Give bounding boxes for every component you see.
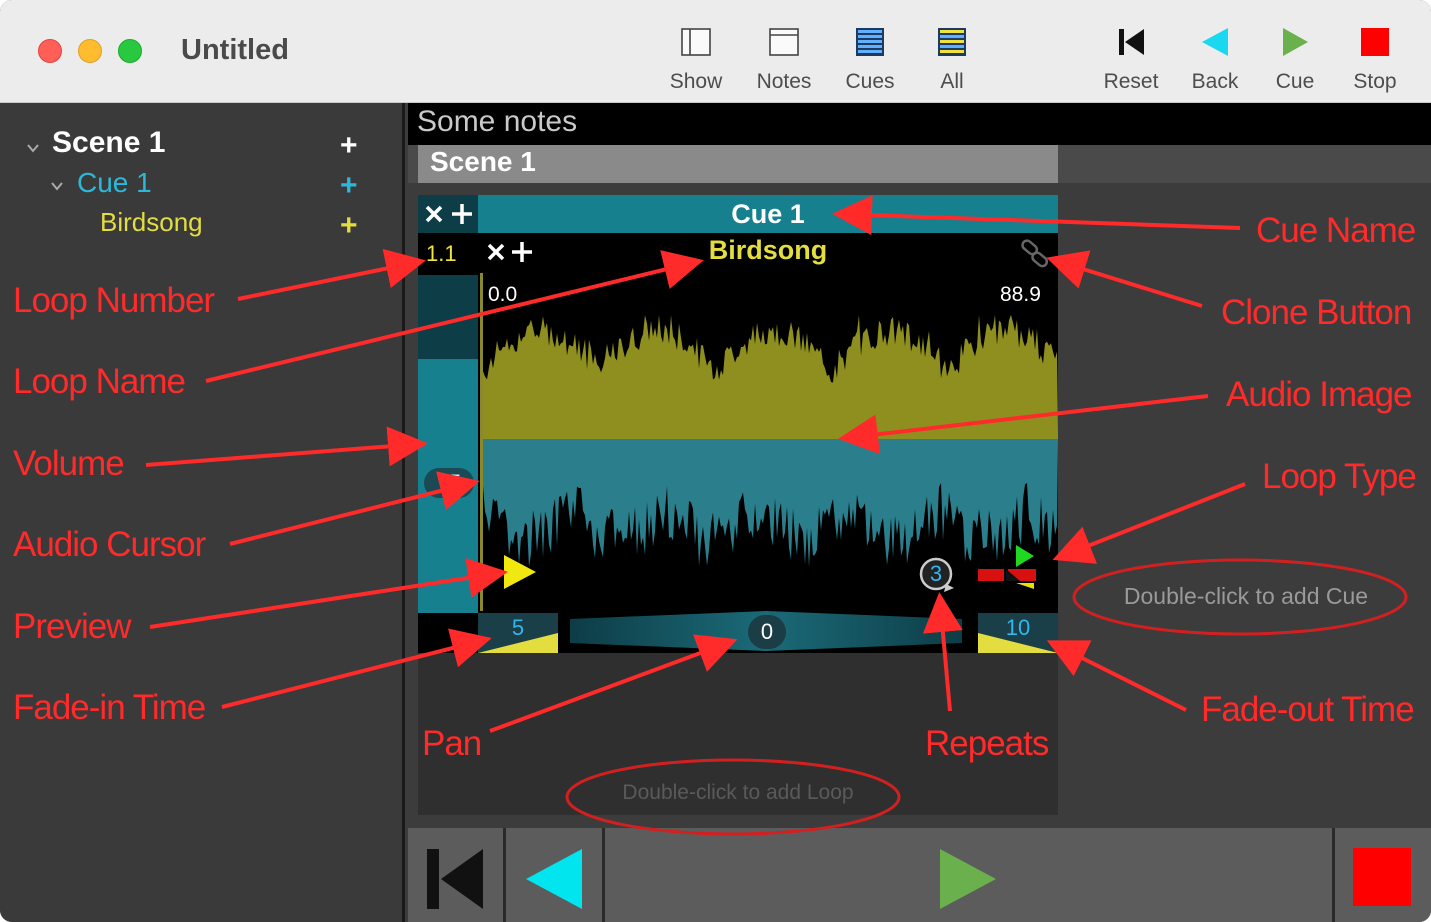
all-button-label: All	[940, 70, 964, 93]
stop-icon	[1361, 28, 1389, 56]
annotation-repeats: Repeats	[925, 724, 1049, 763]
show-button-label: Show	[669, 70, 723, 93]
notes-bar[interactable]: Some notes	[408, 103, 1431, 145]
cues-panel-icon	[856, 28, 884, 56]
delete-cue-icon[interactable]	[424, 203, 444, 225]
preview-play-icon[interactable]	[502, 553, 538, 591]
transport-play-icon[interactable]	[938, 847, 998, 911]
cue-play-button-label[interactable]: Cue	[1255, 70, 1335, 94]
annotation-preview: Preview	[13, 607, 131, 646]
close-window-button[interactable]	[38, 39, 62, 63]
add-loop-hint[interactable]: Double-click to add Loop	[418, 781, 1058, 805]
loop-end-time: 88.9	[1000, 283, 1041, 306]
title-bar: Untitled Show Notes Cues All Reset Back …	[0, 0, 1431, 103]
minimize-window-button[interactable]	[78, 39, 102, 63]
audio-waveform[interactable]	[483, 313, 1058, 613]
maximize-window-button[interactable]	[118, 39, 142, 63]
back-button-label[interactable]: Back	[1175, 70, 1255, 94]
waveform-bottom-shape	[483, 439, 1058, 568]
cue-play-button[interactable]: Cue	[1255, 20, 1335, 100]
chevron-down-icon[interactable]	[26, 141, 40, 155]
add-item-plus-icon[interactable]: +	[340, 209, 358, 243]
app-window: Untitled Show Notes Cues All Reset Back …	[0, 0, 1431, 922]
back-icon	[1202, 28, 1228, 56]
loop-panel[interactable]: 1.1 Birdsong 0.0 88.9 75 3 5 0 10	[418, 233, 1058, 653]
transport-divider	[1332, 828, 1335, 922]
notes-text[interactable]: Some notes	[417, 105, 577, 139]
transport-bar	[408, 828, 1431, 922]
cue-controls	[418, 195, 478, 233]
cue-panel[interactable]: Cue 1 1.1 Birdsong 0.0 88.9 75 3 5 0 10 …	[418, 195, 1058, 815]
transport-divider	[503, 828, 506, 922]
fade-in-control[interactable]: 5	[478, 613, 558, 653]
transport-stop-icon[interactable]	[1352, 847, 1412, 907]
window-title: Untitled	[181, 34, 289, 66]
sidebar-item-scene[interactable]: Scene 1	[52, 126, 165, 160]
loop-type-icon[interactable]	[976, 543, 1040, 593]
volume-slider[interactable]: 75	[418, 275, 478, 613]
volume-slider-remaining	[418, 275, 478, 359]
chevron-down-icon[interactable]	[50, 179, 64, 193]
sidebar-item-loop[interactable]: Birdsong	[100, 207, 203, 238]
volume-value[interactable]: 75	[424, 468, 474, 498]
annotation-audio-cursor: Audio Cursor	[13, 525, 206, 564]
transport-back-icon[interactable]	[524, 847, 584, 911]
back-button[interactable]: Back	[1175, 20, 1255, 100]
stop-button[interactable]: Stop	[1335, 20, 1415, 100]
fade-out-value[interactable]: 10	[978, 615, 1058, 641]
cues-button-label: Cues	[845, 70, 895, 93]
annotation-fade-out-time: Fade-out Time	[1201, 690, 1415, 729]
reset-icon	[1119, 29, 1144, 55]
transport-reset-icon[interactable]	[425, 847, 485, 911]
reset-button[interactable]: Reset	[1091, 20, 1171, 100]
play-icon	[1283, 28, 1308, 56]
cues-button[interactable]: Cues	[830, 20, 910, 100]
waveform-bottom-channel	[483, 439, 1058, 568]
annotation-loop-name: Loop Name	[13, 362, 186, 401]
fade-in-value[interactable]: 5	[478, 615, 558, 641]
repeats-value[interactable]: 3	[920, 558, 952, 590]
sidebar-item-cue[interactable]: Cue 1	[77, 167, 152, 199]
annotation-audio-image: Audio Image	[1226, 375, 1413, 414]
all-panels-icon	[938, 28, 966, 56]
annotation-pan: Pan	[422, 724, 482, 763]
add-loop-plus-icon[interactable]: +	[340, 169, 358, 203]
annotation-fade-in-time: Fade-in Time	[13, 688, 206, 727]
notes-button-label: Notes	[756, 70, 812, 93]
all-button[interactable]: All	[912, 20, 992, 100]
loop-name[interactable]: Birdsong	[478, 235, 1058, 266]
show-button[interactable]: Show	[656, 20, 736, 100]
add-cue-icon[interactable]	[450, 202, 474, 226]
waveform-top-channel	[483, 315, 1058, 431]
annotation-volume: Volume	[13, 444, 125, 483]
cue-header: Cue 1	[418, 195, 1058, 233]
annotation-clone-button: Clone Button	[1221, 293, 1412, 332]
waveform-center-band	[483, 431, 1058, 439]
clone-link-icon[interactable]	[1018, 237, 1052, 271]
loop-number: 1.1	[426, 241, 457, 266]
reset-button-label[interactable]: Reset	[1091, 70, 1171, 94]
notes-button[interactable]: Notes	[744, 20, 824, 100]
annotation-cue-name: Cue Name	[1256, 211, 1416, 250]
sidebar: Scene 1 + Cue 1 + Birdsong +	[0, 103, 405, 922]
annotation-loop-type: Loop Type	[1262, 457, 1417, 496]
add-cue-plus-icon[interactable]: +	[340, 129, 358, 163]
stop-button-label[interactable]: Stop	[1335, 70, 1415, 94]
pan-value[interactable]: 0	[748, 615, 786, 649]
scene-title: Scene 1	[430, 146, 536, 177]
annotation-loop-number: Loop Number	[13, 281, 215, 320]
scene-header[interactable]: Scene 1	[418, 145, 1058, 183]
transport-divider	[602, 828, 605, 922]
show-panel-icon	[681, 28, 711, 56]
scene-bar: Scene 1	[408, 145, 1431, 183]
notes-panel-icon	[769, 28, 799, 56]
loop-start-time: 0.0	[488, 283, 518, 306]
waveform-top-shape	[483, 315, 1058, 431]
fade-out-control[interactable]: 10	[978, 613, 1058, 653]
add-cue-hint[interactable]: Double-click to add Cue	[1096, 583, 1396, 610]
cue-name[interactable]: Cue 1	[478, 195, 1058, 233]
